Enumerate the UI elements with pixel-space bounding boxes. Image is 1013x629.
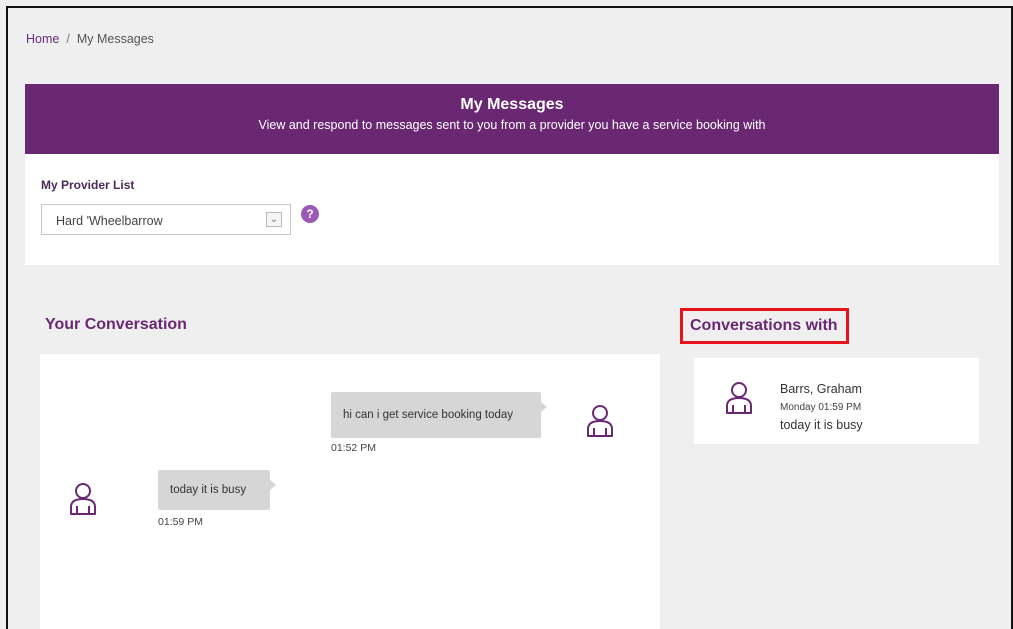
help-icon[interactable]: ?	[301, 205, 319, 223]
provider-panel: My Provider List Hard 'Wheelbarrow ⌄ ?	[25, 154, 999, 265]
conversation-panel: hi can i get service booking today 01:52…	[40, 354, 660, 629]
conversations-with-title: Conversations with	[680, 308, 849, 344]
person-icon	[587, 405, 613, 437]
breadcrumb-separator: /	[66, 32, 70, 46]
person-icon	[726, 382, 752, 414]
breadcrumb-home-link[interactable]: Home	[26, 32, 59, 46]
chevron-down-icon[interactable]: ⌄	[266, 212, 282, 227]
provider-select[interactable]: Hard 'Wheelbarrow ⌄	[41, 204, 291, 235]
messages-banner: My Messages View and respond to messages…	[25, 84, 999, 154]
provider-list-label: My Provider List	[41, 178, 135, 192]
page-subtitle: View and respond to messages sent to you…	[258, 118, 766, 132]
breadcrumb: Home / My Messages	[26, 32, 154, 46]
message-time-sent: 01:52 PM	[331, 442, 376, 454]
message-bubble-received: today it is busy	[158, 470, 276, 510]
message-time-received: 01:59 PM	[158, 516, 203, 528]
person-icon	[70, 483, 96, 515]
contact-last-message: today it is busy	[780, 418, 863, 432]
message-bubble-sent: hi can i get service booking today	[331, 392, 547, 438]
provider-select-value: Hard 'Wheelbarrow	[56, 214, 163, 228]
page-title: My Messages	[460, 96, 564, 113]
contact-name: Barrs, Graham	[780, 382, 862, 396]
conversation-list-item[interactable]: Barrs, Graham Monday 01:59 PM today it i…	[694, 358, 979, 444]
contact-last-time: Monday 01:59 PM	[780, 402, 862, 413]
your-conversation-title: Your Conversation	[45, 316, 187, 333]
breadcrumb-current: My Messages	[76, 32, 154, 46]
